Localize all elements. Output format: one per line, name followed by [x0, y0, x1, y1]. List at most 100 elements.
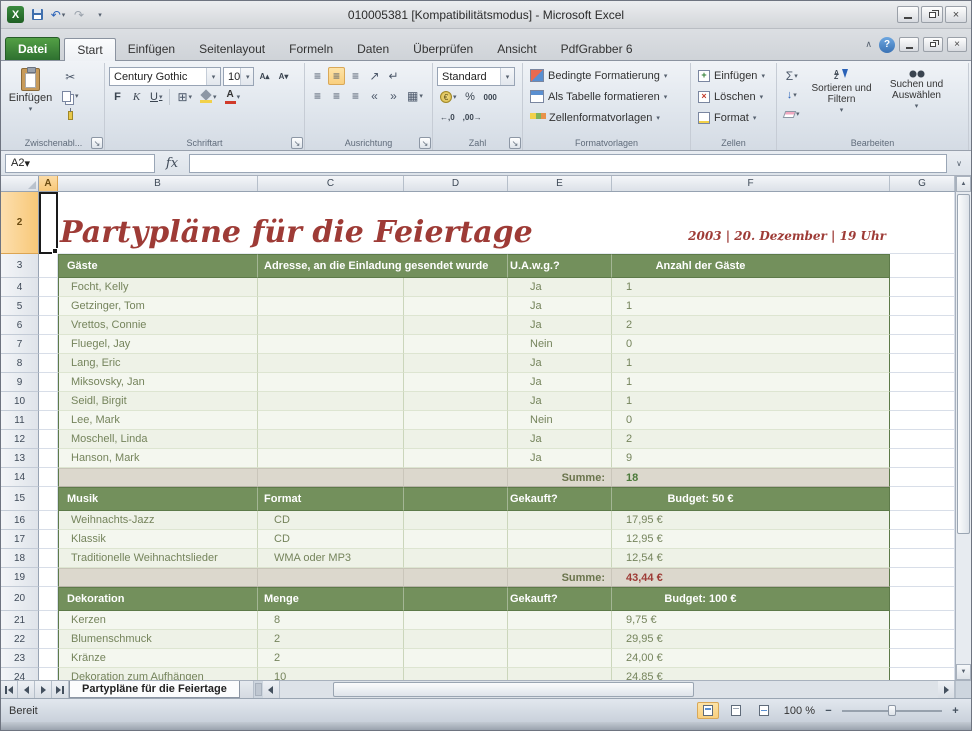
- row-header-23[interactable]: 23: [1, 649, 39, 668]
- cell-F24[interactable]: 24,85 €: [612, 668, 890, 680]
- merge-center-button[interactable]: ▦▾: [404, 87, 426, 105]
- accounting-format-button[interactable]: €▾: [437, 88, 460, 106]
- cell-B11[interactable]: Lee, Mark: [58, 411, 258, 430]
- cell-D9[interactable]: [404, 373, 508, 392]
- name-box[interactable]: A2▾: [5, 154, 155, 173]
- cell-D7[interactable]: [404, 335, 508, 354]
- cell-G21[interactable]: [890, 611, 955, 630]
- scroll-down-button[interactable]: ▼: [956, 664, 971, 680]
- paste-button[interactable]: Einfügen ▾: [7, 65, 54, 124]
- cell-D13[interactable]: [404, 449, 508, 468]
- cell-C15[interactable]: Format: [258, 487, 404, 511]
- cell-C22[interactable]: 2: [258, 630, 404, 649]
- cell-F7[interactable]: 0: [612, 335, 890, 354]
- orientation-button[interactable]: ↗: [366, 67, 383, 85]
- cell-D20[interactable]: [404, 587, 508, 611]
- cell-F13[interactable]: 9: [612, 449, 890, 468]
- row-header-9[interactable]: 9: [1, 373, 39, 392]
- minimize-ribbon-button[interactable]: ∧: [862, 39, 875, 50]
- cell-C24[interactable]: 10: [258, 668, 404, 680]
- ribbon-tab-seitenlayout[interactable]: Seitenlayout: [187, 37, 277, 60]
- cell-E7[interactable]: Nein: [508, 335, 612, 354]
- cell-B3[interactable]: Gäste: [58, 254, 258, 278]
- column-header-B[interactable]: B: [58, 176, 258, 191]
- cell-F9[interactable]: 1: [612, 373, 890, 392]
- zoom-level[interactable]: 100 %: [781, 705, 815, 717]
- comma-style-button[interactable]: 000: [481, 88, 500, 106]
- hscroll-right-button[interactable]: [938, 681, 955, 698]
- cell-E15[interactable]: Gekauft?: [508, 487, 612, 511]
- cell-B19[interactable]: [58, 568, 258, 587]
- row-header-3[interactable]: 3: [1, 254, 39, 278]
- cell-E3[interactable]: U.A.w.g.?: [508, 254, 612, 278]
- cell-A17[interactable]: [39, 530, 58, 549]
- row-header-12[interactable]: 12: [1, 430, 39, 449]
- cell-A10[interactable]: [39, 392, 58, 411]
- cell-B17[interactable]: Klassik: [58, 530, 258, 549]
- column-header-F[interactable]: F: [612, 176, 890, 191]
- insert-cells-button[interactable]: +Einfügen▾: [695, 65, 772, 86]
- zoom-out-button[interactable]: −: [821, 705, 836, 717]
- cell-F4[interactable]: 1: [612, 278, 890, 297]
- font-dialog-launcher[interactable]: ↘: [291, 137, 303, 149]
- cell-B14[interactable]: [58, 468, 258, 487]
- cell-B16[interactable]: Weihnachts-Jazz: [58, 511, 258, 530]
- cell-B15[interactable]: Musik: [58, 487, 258, 511]
- excel-logo-icon[interactable]: X: [7, 6, 24, 23]
- normal-view-button[interactable]: [697, 702, 719, 719]
- zoom-in-button[interactable]: +: [948, 705, 963, 717]
- cell-G9[interactable]: [890, 373, 955, 392]
- cell-E24[interactable]: [508, 668, 612, 680]
- format-painter-button[interactable]: [59, 106, 82, 124]
- select-all-button[interactable]: [1, 176, 39, 191]
- last-sheet-button[interactable]: [52, 681, 69, 698]
- cell-F17[interactable]: 12,95 €: [612, 530, 890, 549]
- cell-A14[interactable]: [39, 468, 58, 487]
- cell-B7[interactable]: Fluegel, Jay: [58, 335, 258, 354]
- copy-button[interactable]: ▾: [59, 87, 82, 105]
- row-header-7[interactable]: 7: [1, 335, 39, 354]
- cell-F6[interactable]: 2: [612, 316, 890, 335]
- underline-button[interactable]: U▾: [147, 88, 165, 106]
- cell-E6[interactable]: Ja: [508, 316, 612, 335]
- cell-D8[interactable]: [404, 354, 508, 373]
- cell-C19[interactable]: [258, 568, 404, 587]
- cell-A19[interactable]: [39, 568, 58, 587]
- cell-F18[interactable]: 12,54 €: [612, 549, 890, 568]
- page-break-view-button[interactable]: [753, 702, 775, 719]
- cell-D23[interactable]: [404, 649, 508, 668]
- cell-C4[interactable]: [258, 278, 404, 297]
- ribbon-tab-ansicht[interactable]: Ansicht: [485, 37, 548, 60]
- cell-B2[interactable]: Partypläne für die Feiertage2003 | 20. D…: [58, 192, 890, 254]
- close-button[interactable]: ×: [945, 6, 967, 23]
- cell-E21[interactable]: [508, 611, 612, 630]
- cell-E12[interactable]: Ja: [508, 430, 612, 449]
- workbook-minimize-button[interactable]: [899, 37, 919, 52]
- ribbon-tab-datei[interactable]: Datei: [5, 37, 60, 60]
- cell-G15[interactable]: [890, 487, 955, 511]
- cell-A22[interactable]: [39, 630, 58, 649]
- number-dialog-launcher[interactable]: ↘: [509, 137, 521, 149]
- cell-E10[interactable]: Ja: [508, 392, 612, 411]
- cell-E23[interactable]: [508, 649, 612, 668]
- cell-D21[interactable]: [404, 611, 508, 630]
- undo-button[interactable]: ↶▾: [50, 6, 66, 24]
- minimize-button[interactable]: [897, 6, 919, 23]
- cell-F23[interactable]: 24,00 €: [612, 649, 890, 668]
- cell-D18[interactable]: [404, 549, 508, 568]
- italic-button[interactable]: K: [128, 88, 145, 106]
- row-header-19[interactable]: 19: [1, 568, 39, 587]
- cell-A7[interactable]: [39, 335, 58, 354]
- align-bottom-button[interactable]: ≡: [347, 67, 364, 85]
- align-right-button[interactable]: ≡: [347, 87, 364, 105]
- page-layout-view-button[interactable]: [725, 702, 747, 719]
- cell-A18[interactable]: [39, 549, 58, 568]
- cell-C16[interactable]: CD: [258, 511, 404, 530]
- cell-G6[interactable]: [890, 316, 955, 335]
- cell-E18[interactable]: [508, 549, 612, 568]
- alignment-dialog-launcher[interactable]: ↘: [419, 137, 431, 149]
- formula-input[interactable]: [189, 154, 947, 173]
- column-header-C[interactable]: C: [258, 176, 404, 191]
- cell-F16[interactable]: 17,95 €: [612, 511, 890, 530]
- vertical-scrollbar-thumb[interactable]: [957, 194, 970, 534]
